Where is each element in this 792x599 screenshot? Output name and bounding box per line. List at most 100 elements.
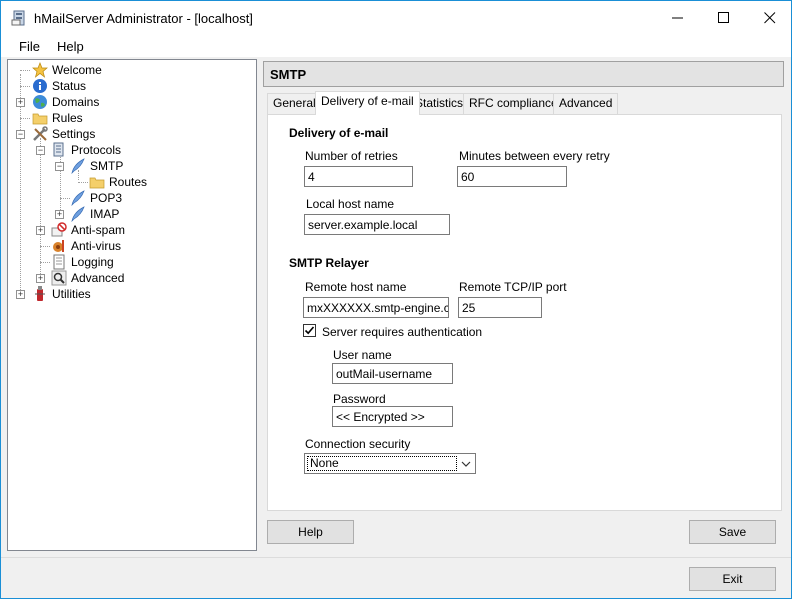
tree-item-imap[interactable]: + IMAP [8,206,248,223]
connection-security-select[interactable]: None [304,453,476,474]
collapse-icon[interactable]: − [36,146,45,155]
tree-line [40,262,50,263]
tree-label: Welcome [52,63,102,77]
tree-item-advanced[interactable]: + Advanced [8,270,248,286]
delivery-group-title: Delivery of e-mail [289,126,389,140]
maximize-button[interactable] [701,1,747,35]
menu-bar: File Help [1,35,791,57]
expand-icon[interactable]: + [16,290,25,299]
close-window-button[interactable] [747,1,792,35]
tree-item-settings[interactable]: − Settings [8,126,248,142]
title-bar: hMailServer Administrator - [localhost] [1,1,791,35]
tree-item-routes[interactable]: Routes [8,174,248,190]
remote-port-input[interactable]: 25 [458,297,542,318]
folder-icon [32,110,48,126]
tree-label: Utilities [52,287,91,301]
collapse-icon[interactable]: − [55,162,64,171]
tree-item-smtp[interactable]: − SMTP [8,158,248,175]
tree-label: Domains [52,95,100,109]
tree-line [20,70,30,71]
close-icon [764,12,776,24]
tree-label: Anti-spam [71,223,126,237]
password-input[interactable]: << Encrypted >> [332,406,453,427]
collapse-icon[interactable]: − [16,130,25,139]
tree-line [20,118,30,119]
tree-item-rules[interactable]: Rules [8,110,248,126]
no-spam-icon [51,222,67,238]
tree-item-welcome[interactable]: Welcome [8,62,248,78]
folder-icon [89,174,105,190]
maximize-icon [718,12,729,23]
retries-label: Number of retries [305,149,398,163]
feather-icon [70,206,86,223]
tree-label: Advanced [71,271,125,285]
tree-line [20,86,30,87]
requires-auth-label: Server requires authentication [322,325,483,339]
expand-icon[interactable]: + [36,274,45,283]
tab-advanced[interactable]: Advanced [553,93,619,114]
local-host-name-label: Local host name [306,197,395,211]
feather-icon [70,190,86,207]
tree-label: POP3 [90,191,123,205]
tree-item-pop3[interactable]: POP3 [8,190,248,207]
utilities-icon [32,286,48,302]
tab-rfc-compliance[interactable]: RFC compliance [463,93,564,114]
local-host-name-input[interactable]: server.example.local [304,214,450,235]
tree-item-antivirus[interactable]: Anti-virus [8,238,248,254]
globe-icon [32,94,48,110]
minimize-button[interactable] [655,1,701,35]
username-input[interactable]: outMail-username [332,363,453,384]
expand-icon[interactable]: + [16,98,25,107]
tree-item-status[interactable]: Status [8,78,248,94]
tools-icon [32,126,48,142]
tree-label: Routes [109,175,148,189]
menu-help[interactable]: Help [57,39,84,54]
minimize-icon [672,17,683,19]
tree-line [78,182,88,183]
section-header: SMTP [263,61,784,87]
footer-divider [1,557,791,558]
remote-port-label: Remote TCP/IP port [459,280,567,294]
app-window: hMailServer Administrator - [localhost] … [0,0,792,599]
tree-line [40,246,50,247]
tree-item-domains[interactable]: + Domains [8,94,248,110]
tree-label: Anti-virus [71,239,122,253]
info-icon [32,78,48,94]
tree-item-utilities[interactable]: + Utilities [8,286,248,302]
log-document-icon [51,254,67,270]
help-button[interactable]: Help [267,520,354,544]
tree-label: IMAP [90,207,120,221]
protocols-icon [51,142,67,158]
tree-label: Protocols [71,143,122,157]
checkmark-icon [304,326,315,335]
minutes-between-retry-input[interactable]: 60 [457,166,567,187]
remote-host-name-input[interactable]: mxXXXXXX.smtp-engine.com [303,297,449,318]
server-app-icon [11,10,27,26]
tree-label: SMTP [90,159,124,173]
tree-item-logging[interactable]: Logging [8,254,248,270]
menu-file[interactable]: File [19,39,40,54]
star-icon [32,62,48,78]
expand-icon[interactable]: + [55,210,64,219]
tree-line [60,198,70,199]
remote-host-name-label: Remote host name [305,280,407,294]
tree-label: Status [52,79,87,93]
tree-item-protocols[interactable]: − Protocols [8,142,248,158]
tree-label: Settings [52,127,96,141]
save-button[interactable]: Save [689,520,776,544]
tree-label: Logging [71,255,114,269]
requires-auth-checkbox[interactable] [303,324,316,337]
virus-icon [51,238,67,254]
tree-item-antispam[interactable]: + Anti-spam [8,222,248,238]
tab-delivery-of-email[interactable]: Delivery of e-mail [315,91,420,115]
section-title: SMTP [270,67,307,82]
connection-security-value: None [307,456,457,471]
exit-button[interactable]: Exit [689,567,776,591]
navigation-tree[interactable]: Welcome Status + Domains Rules − Setting… [7,59,257,551]
tab-general[interactable]: General [267,93,322,114]
expand-icon[interactable]: + [36,226,45,235]
relayer-group-title: SMTP Relayer [289,256,369,270]
retries-input[interactable]: 4 [304,166,413,187]
magnifier-icon [51,270,67,286]
password-label: Password [333,392,386,406]
